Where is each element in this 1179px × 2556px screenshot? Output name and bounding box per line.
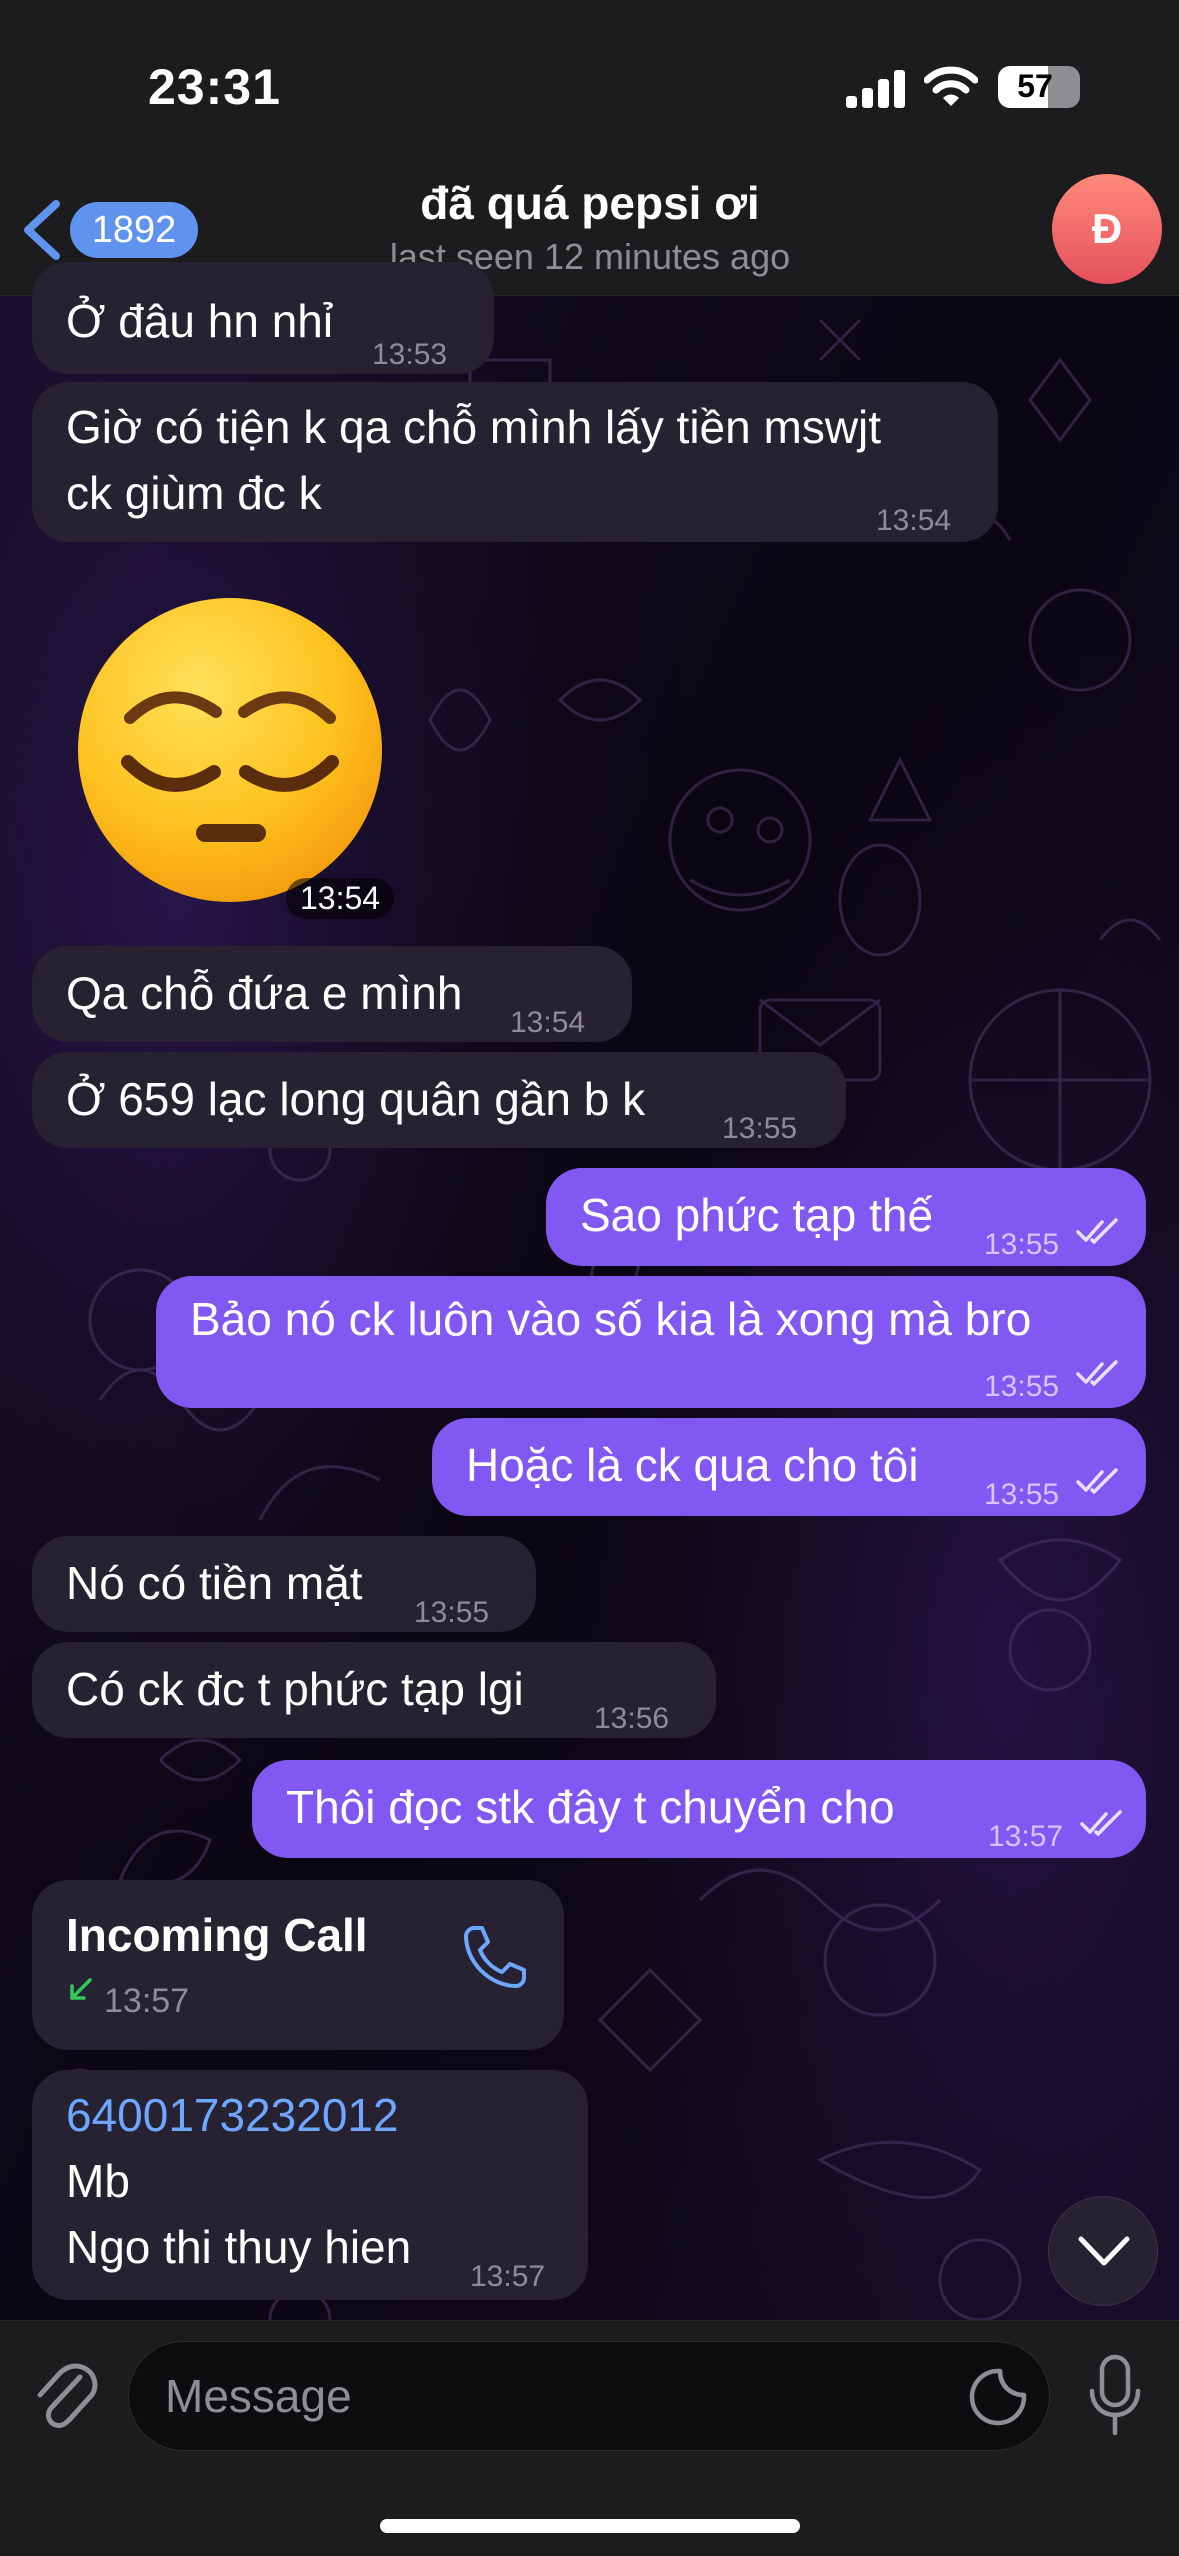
message-time: 13:54: [510, 1006, 586, 1039]
account-number-link[interactable]: 6400173232012: [66, 2082, 399, 2148]
message-bubble-incoming[interactable]: Ở đâu hn nhỉ 13:53: [32, 262, 494, 374]
scroll-to-bottom-button[interactable]: [1048, 2196, 1158, 2306]
wifi-icon: [924, 66, 978, 106]
pensive-face-sticker[interactable]: [70, 590, 390, 910]
message-time: 13:55: [414, 1596, 490, 1629]
message-composer: [0, 2320, 1179, 2556]
message-input[interactable]: [128, 2341, 1050, 2451]
message-text-line: Giờ có tiện k qa chỗ mình lấy tiền mswjt: [66, 401, 882, 453]
attach-icon[interactable]: [32, 2357, 98, 2435]
message-bubble-incoming[interactable]: Nó có tiền mặt 13:55: [32, 1536, 536, 1632]
back-button-unread-count[interactable]: 1892: [70, 202, 198, 258]
sticker-icon[interactable]: [966, 2365, 1030, 2429]
status-bar: 23:31 57: [0, 0, 1179, 160]
message-bubble-outgoing[interactable]: Bảo nó ck luôn vào số kia là xong mà bro…: [156, 1276, 1146, 1408]
message-text: Thôi đọc stk đây t chuyển cho: [286, 1781, 895, 1833]
phone-icon[interactable]: [460, 1918, 534, 1992]
read-checkmarks-icon: [1076, 1468, 1118, 1494]
status-time: 23:31: [148, 59, 281, 115]
message-bubble-incoming[interactable]: Giờ có tiện k qa chỗ mình lấy tiền mswjt…: [32, 382, 998, 542]
home-indicator: [380, 2519, 800, 2533]
message-bubble-incoming[interactable]: Ở 659 lạc long quân gần b k 13:55: [32, 1052, 846, 1148]
bank-name-text: Mb: [66, 2155, 130, 2207]
message-text-line: ck giùm đc k: [66, 467, 322, 519]
contact-avatar[interactable]: Đ: [1052, 174, 1162, 284]
call-title: Incoming Call: [66, 1909, 368, 1961]
message-text: Hoặc là ck qua cho tôi: [466, 1439, 919, 1491]
message-bubble-outgoing[interactable]: Hoặc là ck qua cho tôi 13:55: [432, 1418, 1146, 1516]
message-text: Sao phức tạp thế: [580, 1189, 934, 1241]
read-checkmarks-icon: [1080, 1810, 1122, 1836]
message-time: 13:55: [984, 1370, 1060, 1403]
battery-level-text: 57: [1017, 68, 1053, 104]
signal-icon: [846, 70, 905, 108]
microphone-icon[interactable]: [1086, 2353, 1144, 2439]
chat-screen: 23:31 57 1892 đã quá pepsi ơi last seen …: [0, 0, 1179, 2556]
incoming-call-arrow-icon: [70, 1978, 92, 2000]
chevron-down-icon: [1078, 2236, 1130, 2266]
message-time: 13:57: [988, 1820, 1064, 1853]
message-time: 13:55: [984, 1228, 1060, 1261]
message-time: 13:53: [372, 338, 448, 371]
message-time: 13:55: [722, 1112, 798, 1145]
message-bubble-incoming[interactable]: 6400173232012 Mb Ngo thi thuy hien 13:57: [32, 2070, 588, 2300]
back-chevron-icon[interactable]: [18, 198, 64, 262]
message-time: 13:56: [594, 1702, 670, 1735]
message-bubble-outgoing[interactable]: Sao phức tạp thế 13:55: [546, 1168, 1146, 1266]
message-time: 13:55: [984, 1478, 1060, 1511]
message-time: 13:57: [470, 2260, 546, 2293]
message-text: Ở đâu hn nhỉ: [66, 295, 334, 347]
call-time: 13:57: [104, 1982, 190, 2020]
account-holder-text: Ngo thi thuy hien: [66, 2221, 412, 2273]
message-bubble-outgoing[interactable]: Thôi đọc stk đây t chuyển cho 13:57: [252, 1760, 1146, 1858]
message-text: Qa chỗ đứa e mình: [66, 967, 463, 1019]
message-text: Ở 659 lạc long quân gần b k: [66, 1073, 646, 1125]
call-bubble[interactable]: Incoming Call 13:57: [32, 1880, 564, 2050]
chat-title[interactable]: đã quá pepsi ơi: [240, 176, 940, 230]
sticker-time: 13:54: [286, 878, 395, 919]
message-text: Có ck đc t phức tạp lgi: [66, 1663, 524, 1715]
read-checkmarks-icon: [1076, 1218, 1118, 1244]
message-time: 13:54: [876, 504, 952, 537]
read-checkmarks-icon: [1076, 1360, 1118, 1386]
message-bubble-incoming[interactable]: Qa chỗ đứa e mình 13:54: [32, 946, 632, 1042]
battery-icon: 57: [998, 66, 1080, 108]
message-text: Bảo nó ck luôn vào số kia là xong mà bro: [190, 1293, 1032, 1345]
message-text: Nó có tiền mặt: [66, 1557, 363, 1609]
message-bubble-incoming[interactable]: Có ck đc t phức tạp lgi 13:56: [32, 1642, 716, 1738]
